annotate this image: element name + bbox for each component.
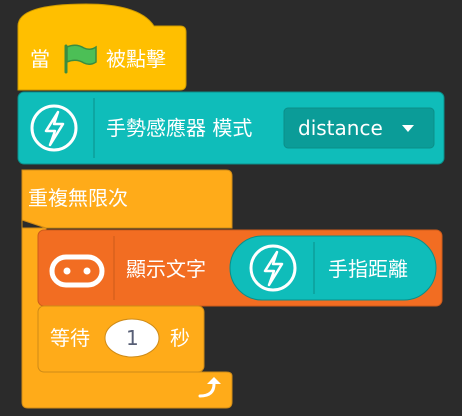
wait-prefix: 等待 — [50, 326, 90, 350]
wait-seconds-input[interactable]: 1 — [126, 326, 139, 350]
forever-label: 重複無限次 — [28, 186, 128, 210]
when-flag-suffix: 被點擊 — [106, 47, 166, 71]
wait-suffix: 秒 — [170, 326, 190, 350]
reporter-label: 手指距離 — [328, 257, 408, 281]
mode-dropdown-value[interactable]: distance — [298, 116, 383, 140]
gesture-mode-label: 手勢感應器 模式 — [106, 116, 253, 140]
show-text-label: 顯示文字 — [126, 257, 206, 281]
when-flag-prefix: 當 — [30, 47, 50, 71]
